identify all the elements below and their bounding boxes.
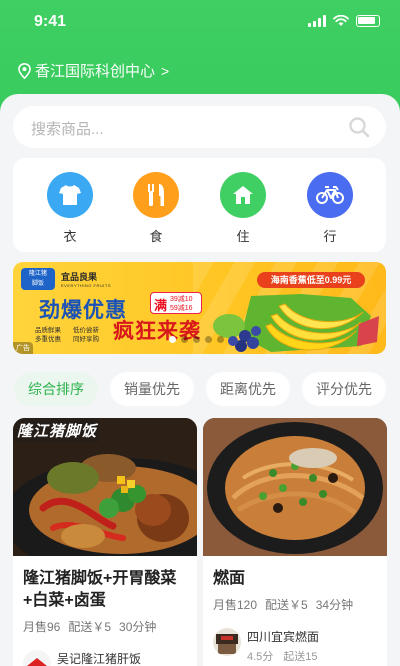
category-grid: 衣 食 住 行 [13, 158, 386, 252]
battery-icon [356, 15, 380, 27]
pagination-dot[interactable] [181, 336, 188, 343]
house-icon [220, 172, 266, 218]
sort-tab-rating[interactable]: 评分优先 [302, 372, 386, 406]
product-card[interactable]: 燃面 月售120 配送￥5 34分钟 四川宜宾燃面 4.5分 起送15 [203, 418, 387, 666]
category-clothing[interactable]: 衣 [45, 172, 95, 245]
banner-discount-tag: 满 39减10 59减16 [150, 292, 202, 314]
status-icons [308, 15, 380, 27]
delivery-time: 30分钟 [119, 620, 157, 634]
min-order: 起送15 [283, 651, 318, 663]
category-food[interactable]: 食 [131, 172, 181, 245]
category-transport[interactable]: 行 [305, 172, 355, 245]
shop-name: 吴记隆江猪肝饭 [57, 652, 142, 666]
wifi-icon [333, 15, 349, 26]
product-card[interactable]: 隆江猪脚饭 隆江猪脚饭+开胃酸菜+白菜+卤蛋 月售96 配送￥5 30分钟 吴 … [13, 418, 197, 666]
banner-brand: 宜品良果 EVERYTHING FRUITS [61, 272, 111, 288]
chevron-right-icon: > [161, 62, 170, 79]
shop-name: 四川宜宾燃面 [247, 630, 320, 644]
status-bar: 9:41 [0, 0, 400, 44]
shop-info[interactable]: 吴 吴记隆江猪肝饭 [23, 650, 141, 666]
utensils-icon [133, 172, 179, 218]
pagination-dot[interactable] [169, 336, 176, 343]
search-icon[interactable] [348, 116, 370, 138]
monthly-sales: 月售120 [213, 598, 258, 612]
category-label: 住 [236, 229, 250, 244]
delivery-fee: 配送￥5 [68, 620, 112, 634]
product-meta: 月售96 配送￥5 30分钟 [23, 618, 156, 635]
category-label: 食 [149, 229, 163, 244]
location-selector[interactable]: 香江国际科创中心 > [18, 60, 169, 81]
monthly-sales: 月售96 [23, 620, 61, 634]
product-meta: 月售120 配送￥5 34分钟 [213, 596, 353, 613]
tshirt-icon [47, 172, 93, 218]
pagination-dot[interactable] [193, 336, 200, 343]
search-bar[interactable]: 搜索商品... [13, 106, 386, 148]
product-image [203, 418, 387, 556]
search-input[interactable]: 搜索商品... [31, 118, 104, 139]
product-title: 燃面 [213, 570, 246, 587]
location-pin-icon [18, 62, 31, 79]
category-label: 衣 [63, 229, 77, 244]
bicycle-icon [307, 172, 353, 218]
shop-info[interactable]: 四川宜宾燃面 4.5分 起送15 [213, 628, 319, 664]
shop-rating: 4.5分 [247, 651, 274, 663]
banner-pagination [169, 336, 224, 343]
banner-logo: 隆江猪 脚饭 [21, 268, 55, 290]
sort-tab-sales[interactable]: 销量优先 [110, 372, 194, 406]
product-title: 隆江猪脚饭+开胃酸菜+白菜+卤蛋 [23, 570, 177, 609]
pagination-dot[interactable] [217, 336, 224, 343]
delivery-fee: 配送￥5 [265, 598, 308, 612]
category-housing[interactable]: 住 [218, 172, 268, 245]
shop-avatar [213, 628, 241, 656]
banner-tagline-right: 低价尝新 同好享购 [73, 327, 99, 343]
fruit-illustration [213, 294, 379, 352]
shop-avatar: 吴 [23, 650, 51, 666]
category-label: 行 [323, 229, 337, 244]
signal-icon [308, 15, 326, 27]
location-label: 香江国际科创中心 [35, 63, 156, 80]
product-image: 隆江猪脚饭 [13, 418, 197, 556]
image-overlay-text: 隆江猪脚饭 [17, 423, 98, 440]
status-time: 9:41 [34, 13, 67, 30]
sort-tab-default[interactable]: 综合排序 [14, 372, 98, 406]
ad-label: 广告 [13, 342, 33, 354]
pagination-dot[interactable] [205, 336, 212, 343]
banner-tagline-left: 品质鲜果 多重优惠 [35, 327, 61, 343]
delivery-time: 34分钟 [315, 598, 354, 612]
sort-tab-distance[interactable]: 距离优先 [206, 372, 290, 406]
